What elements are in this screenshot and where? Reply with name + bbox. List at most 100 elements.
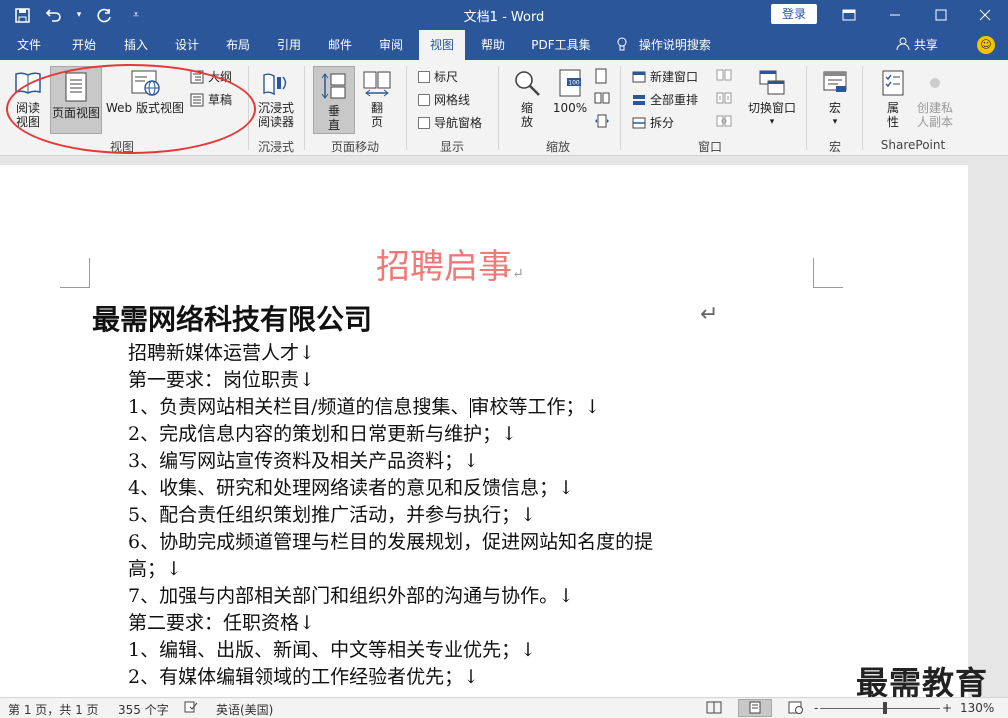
group-sharepoint-label: SharePoint bbox=[880, 138, 946, 152]
zoom-100-button[interactable]: 100 100% bbox=[550, 68, 590, 115]
magnifier-icon bbox=[515, 71, 540, 96]
reset-window-position-button[interactable] bbox=[716, 114, 732, 128]
draft-icon bbox=[190, 93, 204, 106]
web-layout-button[interactable]: Web 版式视图 bbox=[104, 68, 186, 115]
ribbon: 阅读 视图 页面视图 Web 版式视图 大纲 草稿 视图 沉浸式 阅读器 沉浸式… bbox=[0, 60, 1008, 213]
page-corner-mark bbox=[60, 258, 90, 288]
tab-home[interactable]: 开始 bbox=[62, 30, 106, 60]
ribbon-display-icon[interactable] bbox=[826, 0, 872, 30]
zoom-in-button[interactable]: + bbox=[942, 701, 952, 715]
new-window-icon bbox=[632, 71, 646, 82]
side-to-side-button[interactable]: 翻 页 bbox=[358, 68, 396, 129]
synchronous-scrolling-button[interactable] bbox=[716, 91, 732, 105]
close-icon[interactable] bbox=[962, 0, 1008, 30]
body-line: 高；↓ bbox=[128, 558, 182, 580]
ruler-checkbox[interactable]: 标尺 bbox=[418, 68, 458, 85]
new-window-button[interactable]: 新建窗口 bbox=[632, 68, 698, 85]
body-line: 2、完成信息内容的策划和日常更新与维护；↓ bbox=[128, 423, 518, 445]
view-side-by-side-button[interactable] bbox=[716, 68, 732, 82]
body-line: 招聘新媒体运营人才↓ bbox=[128, 342, 315, 364]
tab-view[interactable]: 视图 bbox=[419, 30, 465, 60]
read-mode-view-icon[interactable] bbox=[706, 701, 722, 717]
share-button[interactable]: 共享 bbox=[896, 30, 938, 60]
reset-position-icon bbox=[716, 115, 732, 127]
tab-design[interactable]: 设计 bbox=[165, 30, 209, 60]
login-button[interactable]: 登录 bbox=[771, 4, 817, 24]
create-private-copy-button[interactable]: 创建私 人副本 bbox=[914, 68, 956, 129]
feedback-smiley-icon[interactable]: ☺ bbox=[977, 36, 995, 54]
arrange-all-button[interactable]: 全部重排 bbox=[632, 91, 698, 108]
body-line: 5、配合责任组织策划推广活动，并参与执行；↓ bbox=[128, 504, 537, 526]
tab-references[interactable]: 引用 bbox=[267, 30, 311, 60]
tell-me-label: 操作说明搜索 bbox=[638, 38, 711, 52]
maximize-icon[interactable] bbox=[918, 0, 964, 30]
zoom-level[interactable]: 130% bbox=[960, 701, 994, 715]
split-icon bbox=[632, 117, 646, 128]
group-zoom-label: 缩放 bbox=[545, 140, 570, 154]
properties-icon bbox=[882, 70, 904, 96]
group-show-label: 显示 bbox=[439, 140, 464, 154]
vertical-page-movement-button[interactable]: 垂 直 bbox=[313, 66, 355, 134]
tab-review[interactable]: 审阅 bbox=[369, 30, 413, 60]
checkbox-unchecked bbox=[418, 93, 430, 106]
body-line: 第一要求：岗位职责↓ bbox=[128, 369, 315, 391]
sync-scroll-icon bbox=[716, 92, 732, 104]
multiple-pages-button[interactable] bbox=[594, 91, 610, 105]
arrange-all-icon bbox=[633, 94, 645, 105]
tab-file[interactable]: 文件 bbox=[8, 30, 50, 60]
switch-windows-button[interactable]: 切换窗口 ▾ bbox=[744, 68, 800, 129]
page-width-icon bbox=[595, 114, 609, 128]
minimize-icon[interactable] bbox=[872, 0, 918, 30]
tab-mailings[interactable]: 邮件 bbox=[318, 30, 362, 60]
document-heading: 招聘启事↵ bbox=[376, 247, 524, 287]
book-icon bbox=[15, 72, 41, 94]
ribbon-separator bbox=[248, 66, 249, 150]
body-line: 第二要求：任职资格↓ bbox=[128, 612, 315, 634]
side-by-side-pages-icon bbox=[363, 71, 391, 97]
svg-text:100: 100 bbox=[568, 80, 580, 87]
zoom-slider-track[interactable] bbox=[820, 708, 940, 709]
switch-windows-icon bbox=[759, 70, 785, 95]
gridlines-checkbox[interactable]: 网格线 bbox=[418, 91, 470, 108]
language-status[interactable]: 英语(美国) bbox=[216, 701, 273, 718]
split-button[interactable]: 拆分 bbox=[632, 114, 674, 131]
print-layout-view-icon[interactable] bbox=[738, 699, 772, 717]
ribbon-separator bbox=[862, 66, 863, 150]
tell-me-search[interactable]: 操作说明搜索 bbox=[617, 30, 711, 60]
macro-icon bbox=[823, 71, 847, 92]
immersive-reader-button[interactable]: 沉浸式 阅读器 bbox=[254, 68, 298, 129]
group-window-label: 窗口 bbox=[697, 140, 722, 154]
navigation-pane-checkbox[interactable]: 导航窗格 bbox=[418, 114, 482, 131]
zoom-out-button[interactable]: - bbox=[814, 701, 818, 715]
outline-button[interactable]: 大纲 bbox=[190, 68, 232, 85]
zoom-button[interactable]: 缩 放 bbox=[507, 68, 547, 129]
tab-pdf-tools[interactable]: PDF工具集 bbox=[523, 30, 599, 60]
zoom-slider-thumb[interactable] bbox=[882, 702, 887, 714]
document-body[interactable]: 招聘新媒体运营人才↓ 第一要求：岗位职责↓ 1、负责网站相关栏目/频道的信息搜集… bbox=[128, 340, 748, 691]
page-100-icon: 100 bbox=[559, 69, 581, 97]
print-layout-button[interactable]: 页面视图 bbox=[50, 66, 102, 134]
web-layout-view-icon[interactable] bbox=[788, 701, 804, 717]
tab-help[interactable]: 帮助 bbox=[471, 30, 515, 60]
macros-button[interactable]: 宏 ▾ bbox=[815, 68, 855, 129]
body-line: 7、加强与内部相关部门和组织外部的沟通与协作。↓ bbox=[128, 585, 575, 607]
read-mode-button[interactable]: 阅读 视图 bbox=[8, 68, 48, 129]
group-views-label: 视图 bbox=[109, 140, 134, 154]
tab-insert[interactable]: 插入 bbox=[114, 30, 158, 60]
draft-button[interactable]: 草稿 bbox=[190, 91, 232, 108]
page-count-status[interactable]: 第 1 页，共 1 页 bbox=[8, 701, 99, 718]
tab-layout[interactable]: 布局 bbox=[216, 30, 260, 60]
page-width-button[interactable] bbox=[594, 114, 610, 128]
chevron-down-icon: ▾ bbox=[832, 117, 838, 127]
side-by-side-icon bbox=[716, 69, 732, 81]
word-count-status[interactable]: 355 个字 bbox=[118, 701, 169, 718]
body-line: 3、编写网站宣传资料及相关产品资料；↓ bbox=[128, 450, 480, 472]
proofing-icon[interactable] bbox=[184, 701, 198, 716]
group-page-movement-label: 页面移动 bbox=[330, 140, 379, 154]
properties-button[interactable]: 属 性 bbox=[873, 68, 913, 129]
checkbox-unchecked bbox=[418, 116, 430, 129]
private-copy-icon bbox=[930, 78, 940, 88]
ribbon-separator bbox=[304, 66, 305, 150]
vertical-scrollbar[interactable] bbox=[990, 157, 1008, 697]
one-page-button[interactable] bbox=[594, 68, 608, 84]
